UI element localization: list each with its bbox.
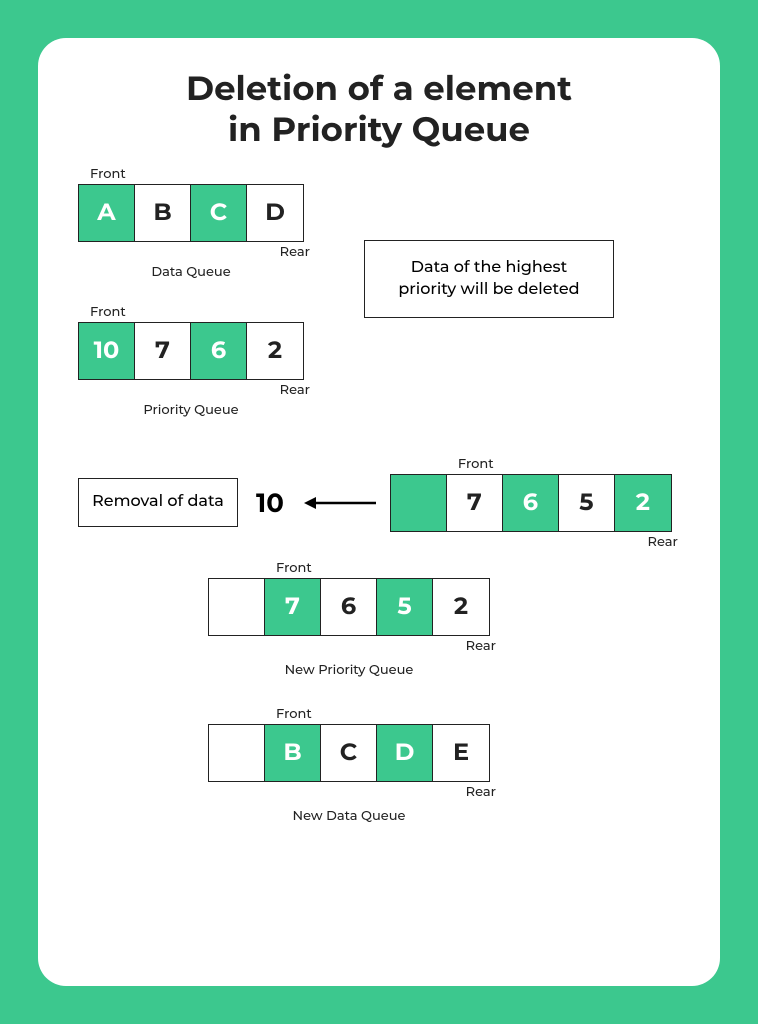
priority-queue-caption: Priority Queue <box>78 402 304 418</box>
priority-queue-cell: 6 <box>191 323 247 379</box>
queues-left-column: Front A B C D Rear Data Queue Front 10 <box>78 184 304 418</box>
data-queue-block: Front A B C D Rear Data Queue <box>78 184 304 280</box>
after-removal-cell: 5 <box>559 475 615 531</box>
title-line-2: in Priority Queue <box>228 108 530 150</box>
new-data-cell: C <box>321 725 377 781</box>
front-label: Front <box>458 456 494 472</box>
new-priority-cell: 6 <box>321 579 377 635</box>
diagram-card: Deletion of a element in Priority Queue … <box>38 38 720 986</box>
priority-queue-wrap: Front 10 7 6 2 Rear <box>78 322 304 380</box>
new-data-cell: B <box>265 725 321 781</box>
new-priority-cell <box>209 579 265 635</box>
after-removal-queue-wrap: Front 7 6 5 2 Rear <box>390 474 672 532</box>
page-title: Deletion of a element in Priority Queue <box>68 68 690 150</box>
new-priority-queue-block: Front 7 6 5 2 Rear New Priority Queue <box>208 578 490 678</box>
new-priority-cell: 5 <box>377 579 433 635</box>
info-box: Data of the highest priority will be del… <box>364 240 614 319</box>
new-priority-queue-wrap: Front 7 6 5 2 Rear <box>208 578 490 636</box>
rear-label: Rear <box>280 382 310 398</box>
front-label: Front <box>90 304 126 320</box>
data-queue-cell: C <box>191 185 247 241</box>
priority-queue-cell: 10 <box>79 323 135 379</box>
row-new-priority: Front 7 6 5 2 Rear New Priority Queue <box>208 578 690 678</box>
front-label: Front <box>276 560 312 576</box>
after-removal-cell: 7 <box>447 475 503 531</box>
rear-label: Rear <box>466 638 496 654</box>
new-priority-cell: 7 <box>265 579 321 635</box>
new-data-cell: D <box>377 725 433 781</box>
data-queue-wrap: Front A B C D Rear <box>78 184 304 242</box>
new-priority-queue: 7 6 5 2 <box>208 578 490 636</box>
priority-queue-block: Front 10 7 6 2 Rear Priority Queue <box>78 322 304 418</box>
priority-queue-cell: 7 <box>135 323 191 379</box>
row-top: Front A B C D Rear Data Queue Front 10 <box>68 184 690 418</box>
new-data-queue-wrap: Front B C D E Rear <box>208 724 490 782</box>
removal-box: Removal of data <box>78 478 238 526</box>
title-line-1: Deletion of a element <box>186 67 572 109</box>
rear-label: Rear <box>280 244 310 260</box>
new-priority-caption: New Priority Queue <box>208 662 490 678</box>
data-queue-cell: D <box>247 185 303 241</box>
data-queue-cell: A <box>79 185 135 241</box>
new-data-caption: New Data Queue <box>208 808 490 824</box>
new-data-queue-block: Front B C D E Rear New Data Queue <box>208 724 490 824</box>
after-removal-cell <box>391 475 447 531</box>
new-data-queue: B C D E <box>208 724 490 782</box>
rear-label: Rear <box>466 784 496 800</box>
new-priority-cell: 2 <box>433 579 489 635</box>
front-label: Front <box>90 166 126 182</box>
row-removal: Removal of data 10 Front 7 6 5 2 Rear <box>78 474 690 532</box>
data-queue-cell: B <box>135 185 191 241</box>
data-queue: A B C D <box>78 184 304 242</box>
arrow-left-icon <box>302 494 378 512</box>
new-data-cell <box>209 725 265 781</box>
priority-queue-cell: 2 <box>247 323 303 379</box>
removed-value: 10 <box>256 487 284 519</box>
after-removal-queue: 7 6 5 2 <box>390 474 672 532</box>
new-data-cell: E <box>433 725 489 781</box>
front-label: Front <box>276 706 312 722</box>
row-new-data: Front B C D E Rear New Data Queue <box>208 724 690 824</box>
data-queue-caption: Data Queue <box>78 264 304 280</box>
rear-label: Rear <box>648 534 678 550</box>
priority-queue: 10 7 6 2 <box>78 322 304 380</box>
after-removal-cell: 2 <box>615 475 671 531</box>
after-removal-cell: 6 <box>503 475 559 531</box>
